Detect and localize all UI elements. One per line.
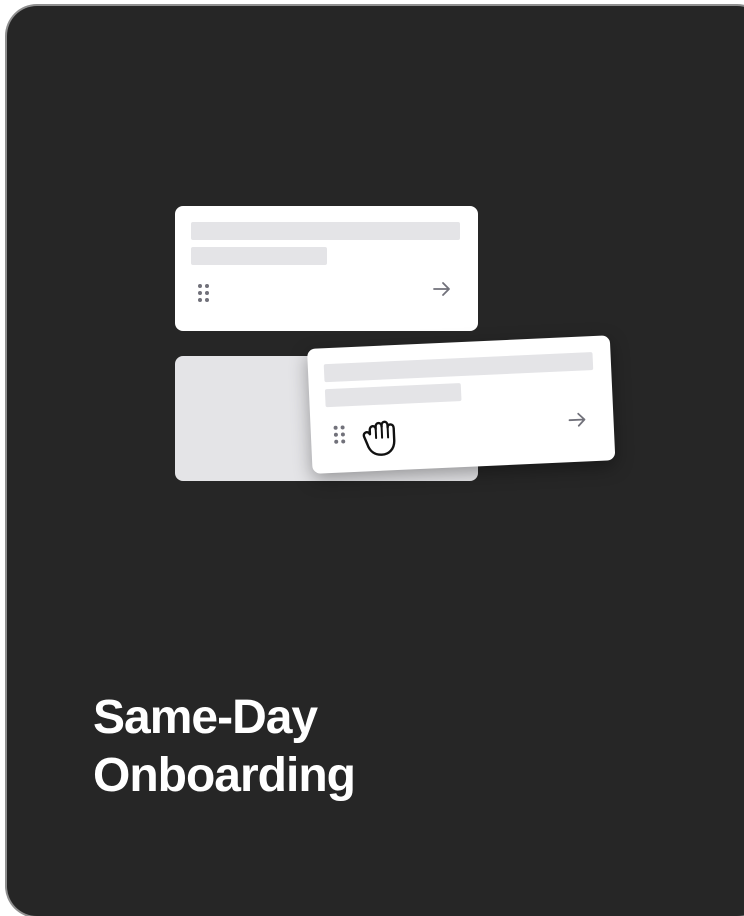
drag-handle-icon (333, 425, 346, 444)
text-placeholder-line (191, 247, 327, 265)
list-card-top (175, 206, 478, 331)
text-placeholder-line (324, 383, 462, 408)
card-title-line-2: Onboarding (93, 749, 356, 802)
grab-hand-icon (362, 420, 396, 456)
arrow-right-icon (433, 282, 450, 296)
drag-handle-icon (198, 284, 209, 302)
list-card-dragged (307, 335, 616, 474)
card-title: Same-Day Onboarding (93, 689, 613, 805)
arrow-right-icon (568, 412, 586, 427)
text-placeholder-line (191, 222, 460, 240)
feature-card[interactable]: Same-Day Onboarding (7, 6, 744, 916)
card-title-line-1: Same-Day (93, 691, 318, 744)
text-placeholder-line (323, 352, 594, 383)
